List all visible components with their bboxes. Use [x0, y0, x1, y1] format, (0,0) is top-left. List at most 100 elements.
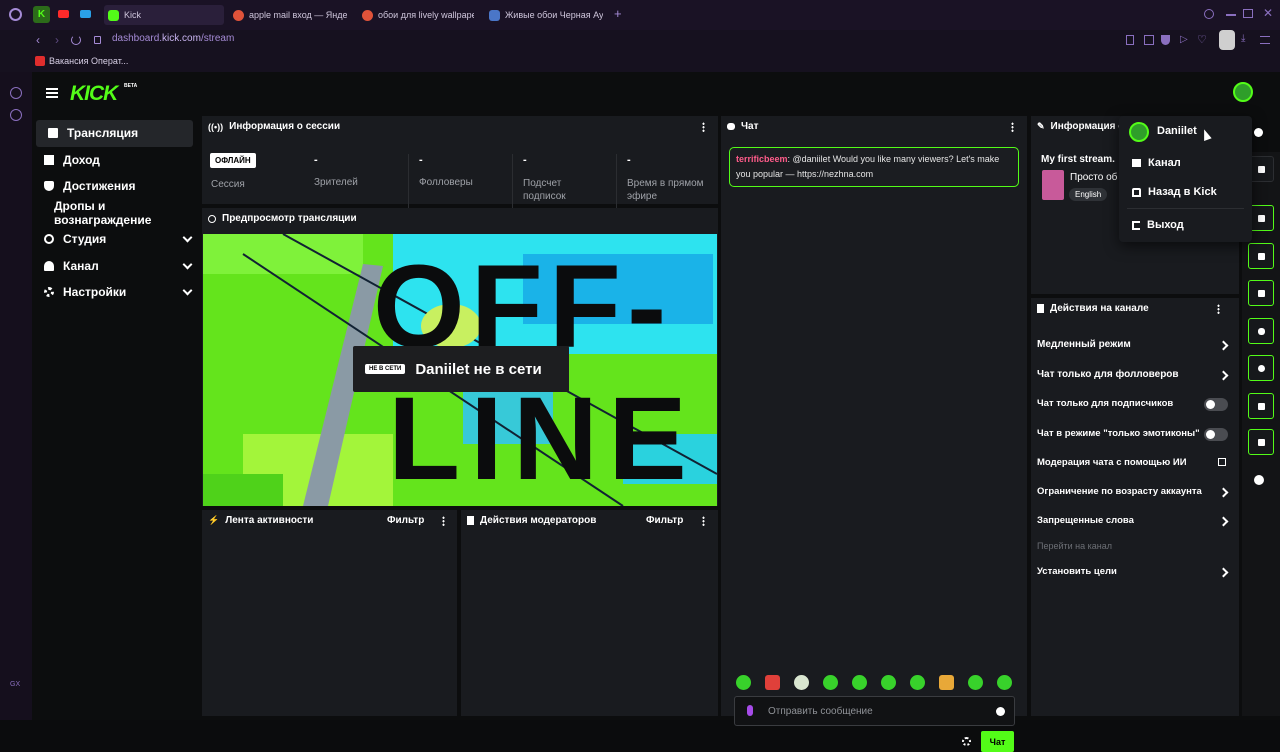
- url-field[interactable]: dashboard.kick.com/stream: [112, 33, 234, 44]
- more-options-icon[interactable]: [702, 122, 705, 132]
- hamburger-menu-icon[interactable]: [46, 88, 58, 98]
- tab-black-aura[interactable]: Живые обои Черная Аура: [489, 5, 603, 25]
- chat-tool-button[interactable]: [1248, 318, 1274, 344]
- menu-item-channel[interactable]: Канал: [1132, 157, 1181, 169]
- reload-icon[interactable]: [71, 35, 81, 45]
- filter-button[interactable]: Фильтр: [387, 515, 424, 526]
- ai-moderation-label[interactable]: Модерация чата с помощью ИИ: [1037, 457, 1187, 468]
- nav-item-achievements[interactable]: Достижения: [32, 173, 197, 200]
- snapshot-icon[interactable]: [1126, 35, 1134, 45]
- nav-item-broadcast[interactable]: Трансляция: [36, 120, 193, 147]
- emote-icon[interactable]: [823, 675, 838, 690]
- dropdown-avatar[interactable]: [1129, 122, 1149, 142]
- minimize-icon[interactable]: [1226, 14, 1236, 16]
- broadcast-tool-button[interactable]: [1248, 355, 1274, 381]
- send-chat-button[interactable]: Чат: [981, 731, 1014, 752]
- lock-icon[interactable]: [94, 36, 101, 44]
- bookmark-item[interactable]: Вакансия Операт...: [49, 56, 128, 66]
- dropdown-username[interactable]: Daniilet: [1157, 125, 1197, 137]
- set-goals-label[interactable]: Установить цели: [1037, 566, 1117, 577]
- history-icon[interactable]: [10, 109, 22, 121]
- account-age-label[interactable]: Ограничение по возрасту аккаунта: [1037, 486, 1202, 497]
- menu-icon[interactable]: [1260, 36, 1270, 44]
- chevron-right-icon[interactable]: [1218, 370, 1229, 381]
- more-options-icon[interactable]: [1011, 122, 1014, 132]
- external-link-icon[interactable]: [1218, 458, 1226, 466]
- search-icon[interactable]: [1204, 9, 1214, 19]
- user-avatar[interactable]: [1233, 82, 1253, 102]
- emote-icon[interactable]: [968, 675, 983, 690]
- lightning-tool-button[interactable]: [1248, 243, 1274, 269]
- nav-item-drops[interactable]: Дропы и вознаграждение: [32, 199, 197, 227]
- kick-pinned-icon[interactable]: K: [33, 6, 50, 23]
- slow-mode-label[interactable]: Медленный режим: [1037, 339, 1131, 350]
- notes-tool-button[interactable]: [1248, 280, 1274, 306]
- back-icon[interactable]: ‹: [36, 33, 40, 47]
- emote-icon[interactable]: [794, 675, 809, 690]
- subscribers-only-toggle[interactable]: [1204, 398, 1228, 411]
- emote-icon[interactable]: [910, 675, 925, 690]
- chat-message[interactable]: terrificbeem: @daniilet Would you like m…: [729, 147, 1019, 187]
- gx-icon[interactable]: GX: [10, 681, 20, 688]
- emote-icon[interactable]: [736, 675, 751, 690]
- opera-logo-icon[interactable]: [9, 8, 22, 21]
- banned-words-label[interactable]: Запрещенные слова: [1037, 515, 1134, 526]
- offline-text: Daniilet не в сети: [415, 360, 542, 378]
- microphone-icon[interactable]: [747, 705, 753, 716]
- home-icon: [1132, 187, 1141, 197]
- forward-icon[interactable]: ›: [55, 33, 59, 47]
- kick-logo[interactable]: KICK: [70, 82, 118, 106]
- chevron-right-icon[interactable]: [1218, 516, 1229, 527]
- wrench-tool-button[interactable]: [1248, 429, 1274, 455]
- chevron-right-icon[interactable]: [1218, 567, 1229, 578]
- emote-icon[interactable]: [881, 675, 896, 690]
- nav-item-revenue[interactable]: Доход: [32, 147, 197, 174]
- filter-button[interactable]: Фильтр: [646, 515, 683, 526]
- tab-lively-wallpaper[interactable]: обои для lively wallpaper: [362, 5, 474, 25]
- tab-kick[interactable]: Kick: [104, 5, 224, 25]
- easy-setup-icon[interactable]: [1144, 35, 1154, 45]
- chevron-down-icon[interactable]: [182, 285, 193, 296]
- chevron-right-icon[interactable]: [1218, 340, 1229, 351]
- chat-input[interactable]: Отправить сообщение: [734, 696, 1015, 726]
- followers-only-label[interactable]: Чат только для фолловеров: [1037, 369, 1179, 380]
- chevron-down-icon[interactable]: [182, 259, 193, 269]
- add-widget-icon[interactable]: [1254, 475, 1264, 485]
- menu-item-back-to-kick[interactable]: Назад в Kick: [1132, 186, 1217, 198]
- stat-followers: - Фолловеры: [408, 154, 512, 212]
- maximize-icon[interactable]: [1243, 9, 1253, 18]
- nav-item-channel[interactable]: Канал: [32, 253, 197, 280]
- emote-only-toggle[interactable]: [1204, 428, 1228, 441]
- layout-tool-button[interactable]: [1248, 393, 1274, 419]
- more-options-icon[interactable]: [1217, 304, 1220, 314]
- chat-username[interactable]: terrificbeem: [736, 154, 788, 164]
- emote-icon[interactable]: [852, 675, 867, 690]
- studio-icon: [44, 234, 54, 245]
- emote-icon[interactable]: [765, 675, 780, 690]
- heart-icon[interactable]: ♡: [1197, 33, 1207, 46]
- emote-icon[interactable]: [997, 675, 1012, 690]
- nav-item-studio[interactable]: Студия: [32, 226, 197, 253]
- vpn-shield-icon[interactable]: [1161, 35, 1170, 45]
- go-to-channel-label[interactable]: Перейти на канал: [1037, 541, 1112, 551]
- nav-item-label: Доход: [63, 152, 100, 167]
- tab-apple-mail[interactable]: apple mail вход — Яндекс: [233, 5, 347, 25]
- player-icon[interactable]: ▷: [1180, 34, 1188, 45]
- profile-avatar-icon[interactable]: [1219, 30, 1235, 50]
- chat-settings-gear-icon[interactable]: [962, 737, 971, 746]
- download-icon[interactable]: ⤓: [1241, 33, 1245, 44]
- emoji-icon[interactable]: [996, 707, 1005, 716]
- emote-icon[interactable]: [939, 675, 954, 690]
- aria-icon[interactable]: [10, 87, 22, 99]
- youtube-pinned-icon[interactable]: [58, 10, 69, 18]
- nav-item-settings[interactable]: Настройки: [32, 279, 197, 306]
- pinned-tab-icon[interactable]: [80, 10, 91, 18]
- info-icon[interactable]: [1254, 128, 1263, 137]
- menu-item-logout[interactable]: Выход: [1132, 219, 1184, 231]
- chevron-right-icon[interactable]: [1218, 487, 1229, 498]
- more-options-icon[interactable]: [702, 516, 705, 526]
- more-options-icon[interactable]: [442, 516, 445, 526]
- chevron-down-icon[interactable]: [182, 232, 193, 243]
- close-icon[interactable]: ✕: [1263, 6, 1273, 20]
- new-tab-plus-icon[interactable]: +: [614, 6, 622, 21]
